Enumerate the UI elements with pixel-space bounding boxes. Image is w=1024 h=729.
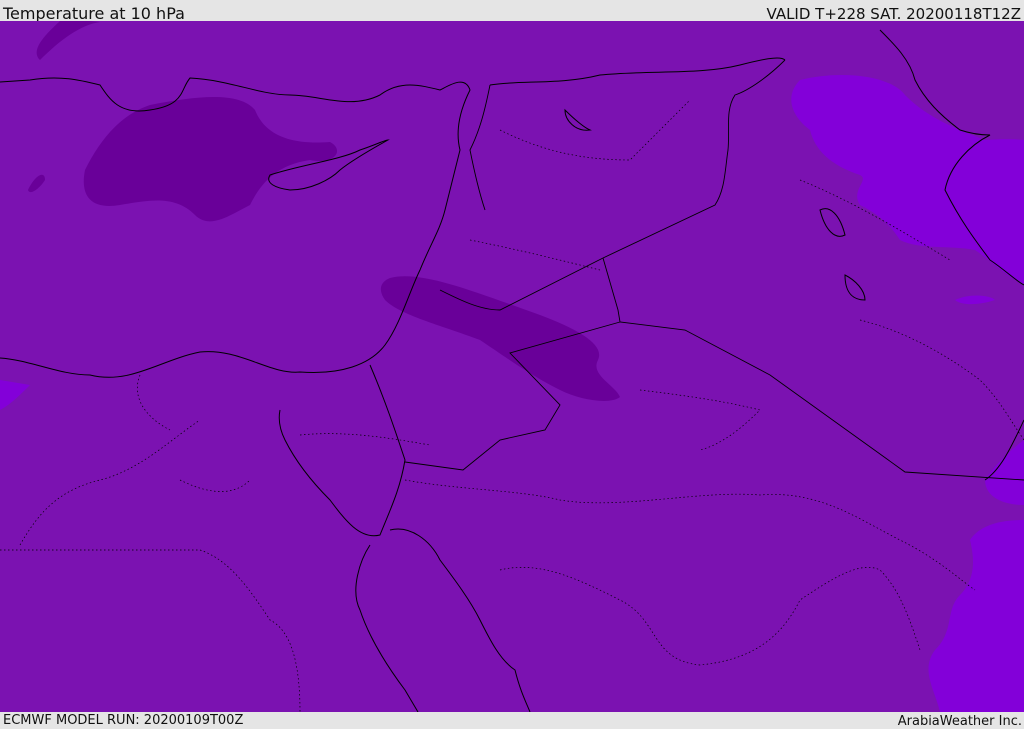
model-run: ECMWF MODEL RUN: 20200109T00Z bbox=[3, 713, 244, 728]
header-bar: Temperature at 10 hPa VALID T+228 SAT. 2… bbox=[0, 0, 1024, 23]
footer-bar: ECMWF MODEL RUN: 20200109T00Z ArabiaWeat… bbox=[0, 712, 1024, 729]
temperature-map[interactable] bbox=[0, 21, 1024, 712]
credit: ArabiaWeather Inc. bbox=[897, 714, 1022, 729]
